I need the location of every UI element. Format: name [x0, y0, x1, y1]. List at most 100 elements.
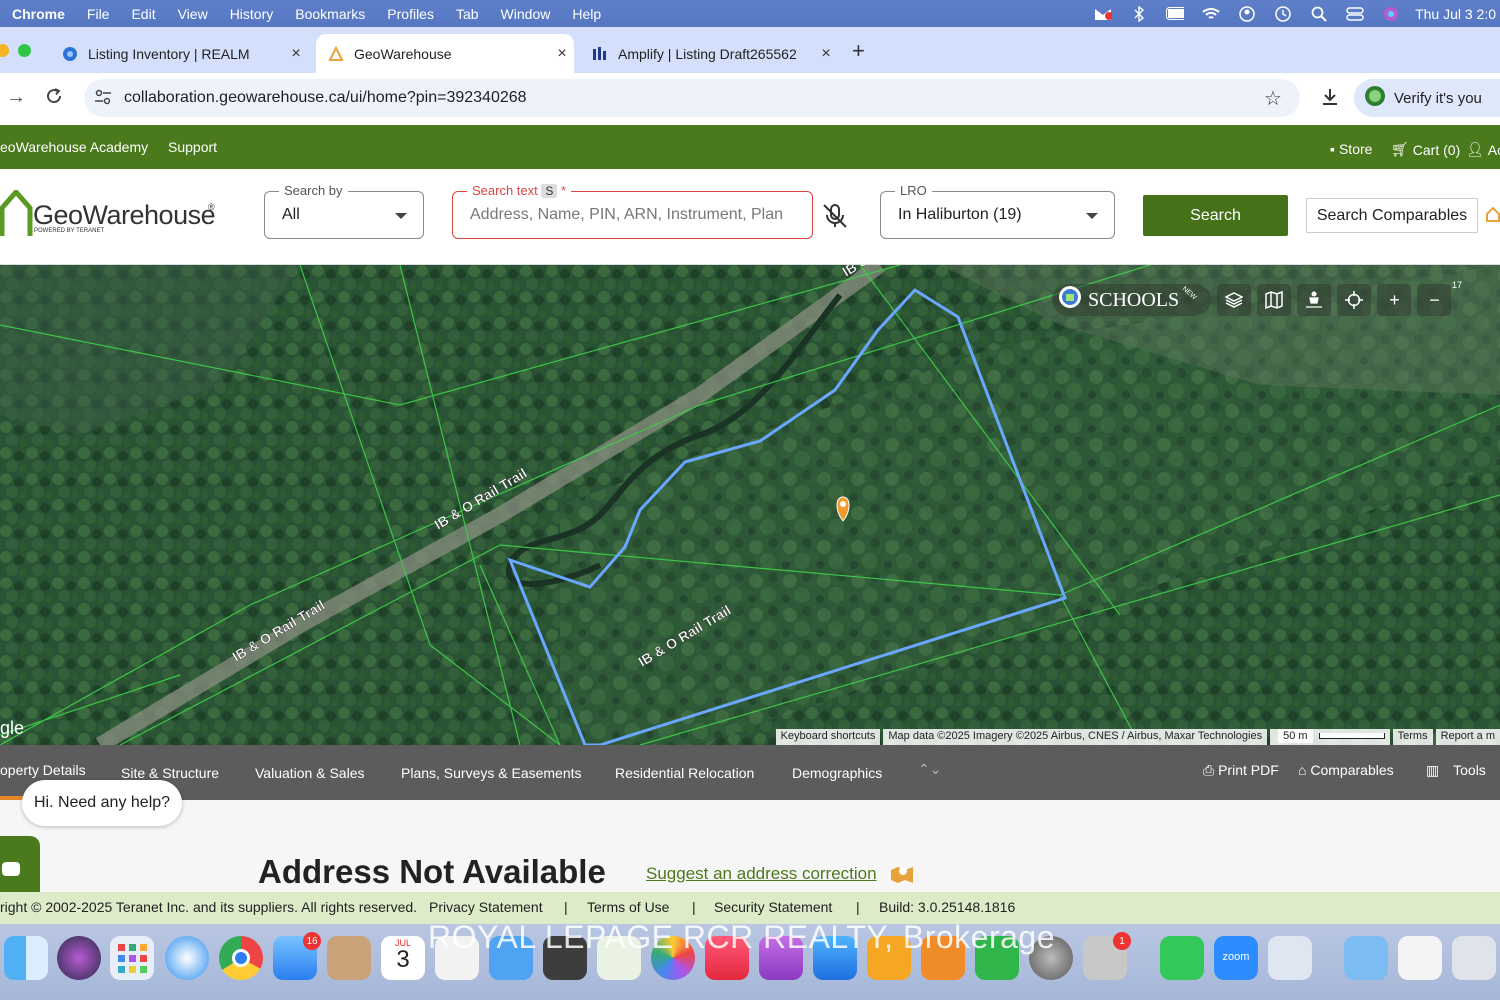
lro-select[interactable]: LRO In Haliburton (19): [880, 183, 1115, 239]
menu-window[interactable]: Window: [490, 6, 562, 22]
terms-of-use-link[interactable]: Terms of Use: [587, 899, 669, 915]
window-zoom-button[interactable]: [18, 44, 31, 57]
safari-icon[interactable]: [165, 936, 209, 980]
close-tab-icon[interactable]: ×: [814, 45, 838, 63]
search-button[interactable]: Search: [1143, 195, 1288, 236]
map-view-icon[interactable]: [1257, 284, 1292, 316]
tab-plans-surveys[interactable]: Plans, Surveys & Easements: [401, 765, 582, 781]
search-text-input[interactable]: Search text S * Address, Name, PIN, ARN,…: [452, 183, 813, 239]
report-error-link[interactable]: Report a m: [1435, 729, 1500, 745]
street-view-icon[interactable]: [1297, 284, 1332, 316]
menu-edit[interactable]: Edit: [120, 6, 166, 22]
home-icon[interactable]: [1486, 206, 1500, 227]
terms-link[interactable]: Terms: [1392, 729, 1433, 745]
store-link[interactable]: ▪ Store: [1330, 141, 1372, 157]
tab-valuation-sales[interactable]: Valuation & Sales: [255, 765, 364, 781]
menu-history[interactable]: History: [219, 6, 285, 22]
zoom-in-button[interactable]: +: [1377, 284, 1412, 316]
print-pdf-button[interactable]: ⎙ Print PDF: [1203, 762, 1279, 779]
tab-residential-relocation[interactable]: Residential Relocation: [615, 765, 754, 781]
calendar-icon[interactable]: JUL 3: [381, 936, 425, 980]
time-machine-icon[interactable]: [1274, 5, 1292, 22]
microphone-muted-icon[interactable]: [822, 203, 848, 234]
forward-button[interactable]: →: [6, 86, 26, 109]
menu-bookmarks[interactable]: Bookmarks: [284, 6, 376, 22]
menu-file[interactable]: File: [76, 6, 121, 22]
tools-button[interactable]: ▥ Tools: [1426, 762, 1486, 779]
bluetooth-icon[interactable]: [1130, 5, 1148, 22]
spotlight-icon[interactable]: [1310, 6, 1328, 22]
cart-link[interactable]: 🛒︎ Cart (0): [1391, 141, 1460, 158]
tab-geowarehouse[interactable]: GeoWarehouse ×: [316, 34, 574, 73]
battery-icon[interactable]: [1166, 6, 1185, 22]
siri-dock-icon[interactable]: [57, 936, 101, 980]
finder-icon[interactable]: [4, 936, 48, 980]
new-tab-button[interactable]: +: [852, 38, 865, 64]
site-info-icon[interactable]: [94, 89, 112, 110]
zoom-out-button[interactable]: −: [1417, 284, 1452, 316]
locate-icon[interactable]: [1337, 284, 1372, 316]
collapse-expand-icon[interactable]: ⌃⌄: [918, 761, 941, 778]
menu-view[interactable]: View: [167, 6, 219, 22]
chat-help-bubble[interactable]: Hi. Need any help?: [22, 780, 182, 826]
tab-listing-inventory[interactable]: Listing Inventory | REALM ×: [50, 34, 308, 73]
brokerage-watermark: ROYAL LEPAGE RCR REALTY, Brokerage: [428, 919, 1056, 955]
wifi-icon[interactable]: [1202, 6, 1220, 22]
menu-profiles[interactable]: Profiles: [376, 6, 445, 22]
keyboard-shortcuts-link[interactable]: Keyboard shortcuts: [775, 729, 881, 745]
menu-tab[interactable]: Tab: [445, 6, 490, 22]
control-center-icon[interactable]: [1346, 6, 1364, 22]
reload-button[interactable]: [45, 87, 63, 110]
comparables-button[interactable]: ⌂ Comparables: [1298, 762, 1394, 778]
downloads-icon[interactable]: [1320, 87, 1340, 112]
url-text[interactable]: collaboration.geowarehouse.ca/ui/home?pi…: [124, 89, 527, 107]
verify-profile-button[interactable]: Verify it's you: [1354, 79, 1500, 117]
printer-dock-icon[interactable]: 1: [1083, 932, 1131, 980]
trash-icon[interactable]: [1452, 936, 1496, 980]
map-scale[interactable]: 50 m: [1270, 729, 1390, 745]
mail-icon[interactable]: 16: [273, 932, 321, 980]
document-stack-icon[interactable]: [1398, 936, 1442, 980]
messages-icon[interactable]: [1160, 936, 1204, 980]
academy-link[interactable]: eoWarehouse Academy: [0, 139, 148, 155]
tab-demographics[interactable]: Demographics: [792, 765, 882, 781]
preview-icon[interactable]: [1268, 936, 1312, 980]
support-link[interactable]: Support: [168, 139, 217, 155]
property-address-heading: Address Not Available: [258, 853, 606, 890]
tab-property-details[interactable]: operty Details: [0, 762, 86, 778]
map-pin-icon[interactable]: [890, 862, 914, 889]
search-text-placeholder: Address, Name, PIN, ARN, Instrument, Pla…: [470, 206, 784, 223]
search-by-value: All: [282, 206, 300, 223]
close-tab-icon[interactable]: ×: [550, 45, 574, 63]
launchpad-icon[interactable]: [110, 936, 154, 980]
tab-site-structure[interactable]: Site & Structure: [121, 765, 219, 781]
menubar-clock[interactable]: Thu Jul 3 2:0: [1415, 6, 1500, 22]
user-status-icon[interactable]: [1238, 5, 1256, 22]
map-imagery[interactable]: IB & O Rail Trail IB & O Rail Trail IB &…: [0, 265, 1500, 745]
suggest-address-link[interactable]: Suggest an address correction: [646, 864, 877, 884]
contacts-icon[interactable]: [327, 936, 371, 980]
schools-button[interactable]: SCHOOLS NEW: [1052, 284, 1212, 316]
chrome-icon[interactable]: [219, 936, 263, 980]
zoom-icon[interactable]: zoom: [1214, 936, 1258, 980]
menu-chrome[interactable]: Chrome: [0, 6, 76, 22]
search-by-select[interactable]: Search by All: [264, 183, 424, 239]
printer-icon: ⎙: [1203, 762, 1215, 778]
gmail-status-icon[interactable]: [1094, 6, 1113, 22]
tab-amplify[interactable]: Amplify | Listing Draft265562 ×: [580, 34, 838, 73]
bookmark-star-icon[interactable]: ☆: [1264, 86, 1282, 111]
close-tab-icon[interactable]: ×: [284, 45, 308, 63]
security-link[interactable]: Security Statement: [714, 899, 832, 915]
scale-label: 50 m: [1278, 729, 1313, 743]
comparables-label: Comparables: [1310, 762, 1394, 778]
menu-help[interactable]: Help: [561, 6, 612, 22]
privacy-link[interactable]: Privacy Statement: [429, 899, 543, 915]
search-comparables-button[interactable]: Search Comparables: [1306, 198, 1478, 233]
account-link[interactable]: 👤︎Acc: [1466, 141, 1500, 158]
satellite-map[interactable]: IB & O Rail Trail IB & O Rail Trail IB &…: [0, 265, 1500, 745]
logo-registered: ®: [208, 202, 215, 212]
siri-icon[interactable]: [1382, 6, 1400, 22]
footer-separator: |: [692, 899, 696, 915]
downloads-folder-icon[interactable]: [1344, 936, 1388, 980]
layers-icon[interactable]: [1217, 284, 1252, 316]
